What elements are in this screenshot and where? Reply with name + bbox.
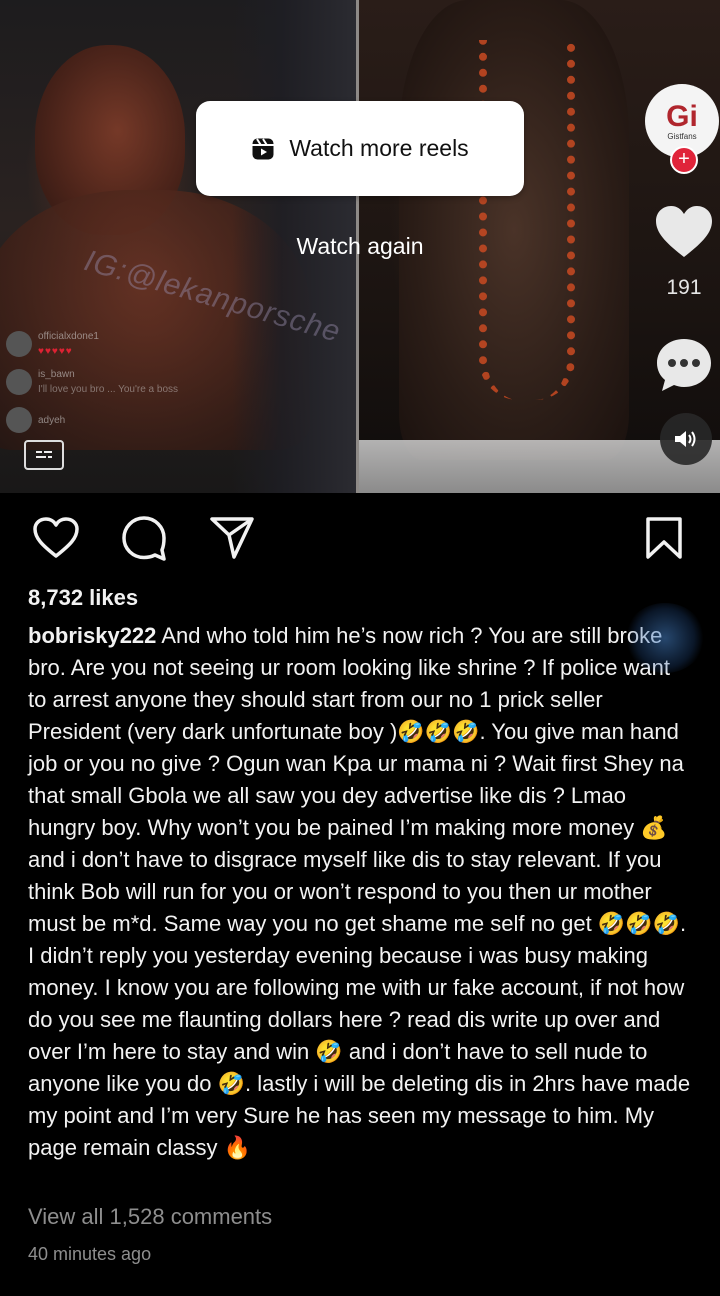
live-comment: is_bawn I'll love you bro ... You're a b… — [0, 363, 230, 401]
view-all-comments-link[interactable]: View all 1,528 comments — [28, 1204, 272, 1230]
bookmark-icon — [646, 517, 682, 559]
live-comment-name: officialxdone1 — [38, 331, 99, 342]
paper-plane-icon — [210, 517, 254, 559]
comment-bubble-icon — [122, 516, 166, 561]
speaker-icon — [675, 431, 696, 447]
reel-comment-icon[interactable] — [654, 336, 714, 394]
like-button[interactable] — [30, 510, 82, 566]
reel-side-rail: Gi Gistfans + 191 — [620, 0, 720, 493]
follow-plus-icon[interactable]: + — [670, 146, 698, 174]
live-comment: adyeh — [0, 401, 230, 439]
creator-logo: Gi — [666, 99, 698, 133]
post-caption: bobrisky222 And who told him he’s now ri… — [28, 620, 694, 1164]
watch-more-label: Watch more reels — [289, 135, 469, 161]
avatar — [6, 407, 32, 433]
reel-like-heart-icon[interactable] — [654, 205, 714, 261]
watch-again-button[interactable]: Watch again — [0, 233, 720, 260]
live-comment-text: ♥♥♥♥♥ — [38, 346, 73, 357]
avatar — [6, 369, 32, 395]
likes-count[interactable]: 8,732 likes — [28, 585, 138, 611]
caption-text: And who told him he’s now rich ? You are… — [28, 623, 691, 1160]
live-comments: officialxdone1 ♥♥♥♥♥ is_bawn I'll love y… — [0, 325, 230, 439]
heart-outline-icon — [33, 517, 79, 558]
caption-username[interactable]: bobrisky222 — [28, 623, 156, 648]
creator-logo-sub: Gistfans — [667, 131, 697, 141]
live-comment-name: is_bawn — [38, 369, 75, 380]
share-button[interactable] — [206, 510, 258, 566]
reels-icon — [252, 137, 274, 159]
post-action-bar — [0, 510, 720, 570]
coral-necklace — [479, 40, 575, 400]
live-comment: officialxdone1 ♥♥♥♥♥ — [0, 325, 230, 363]
reel-like-count: 191 — [666, 276, 702, 299]
avatar — [6, 331, 32, 357]
sound-toggle-button[interactable] — [660, 413, 712, 465]
save-button[interactable] — [638, 510, 690, 566]
comment-button[interactable] — [118, 510, 170, 566]
live-comment-text: I'll love you bro ... You're a boss — [38, 384, 179, 395]
captions-icon[interactable] — [24, 440, 64, 470]
live-comment-name: adyeh — [38, 414, 66, 426]
reel-video[interactable]: IG:@lekanporsche officialxdone1 ♥♥♥♥♥ is… — [0, 0, 720, 493]
post-timestamp: 40 minutes ago — [28, 1244, 152, 1264]
watch-more-reels-button[interactable]: Watch more reels — [196, 101, 524, 196]
